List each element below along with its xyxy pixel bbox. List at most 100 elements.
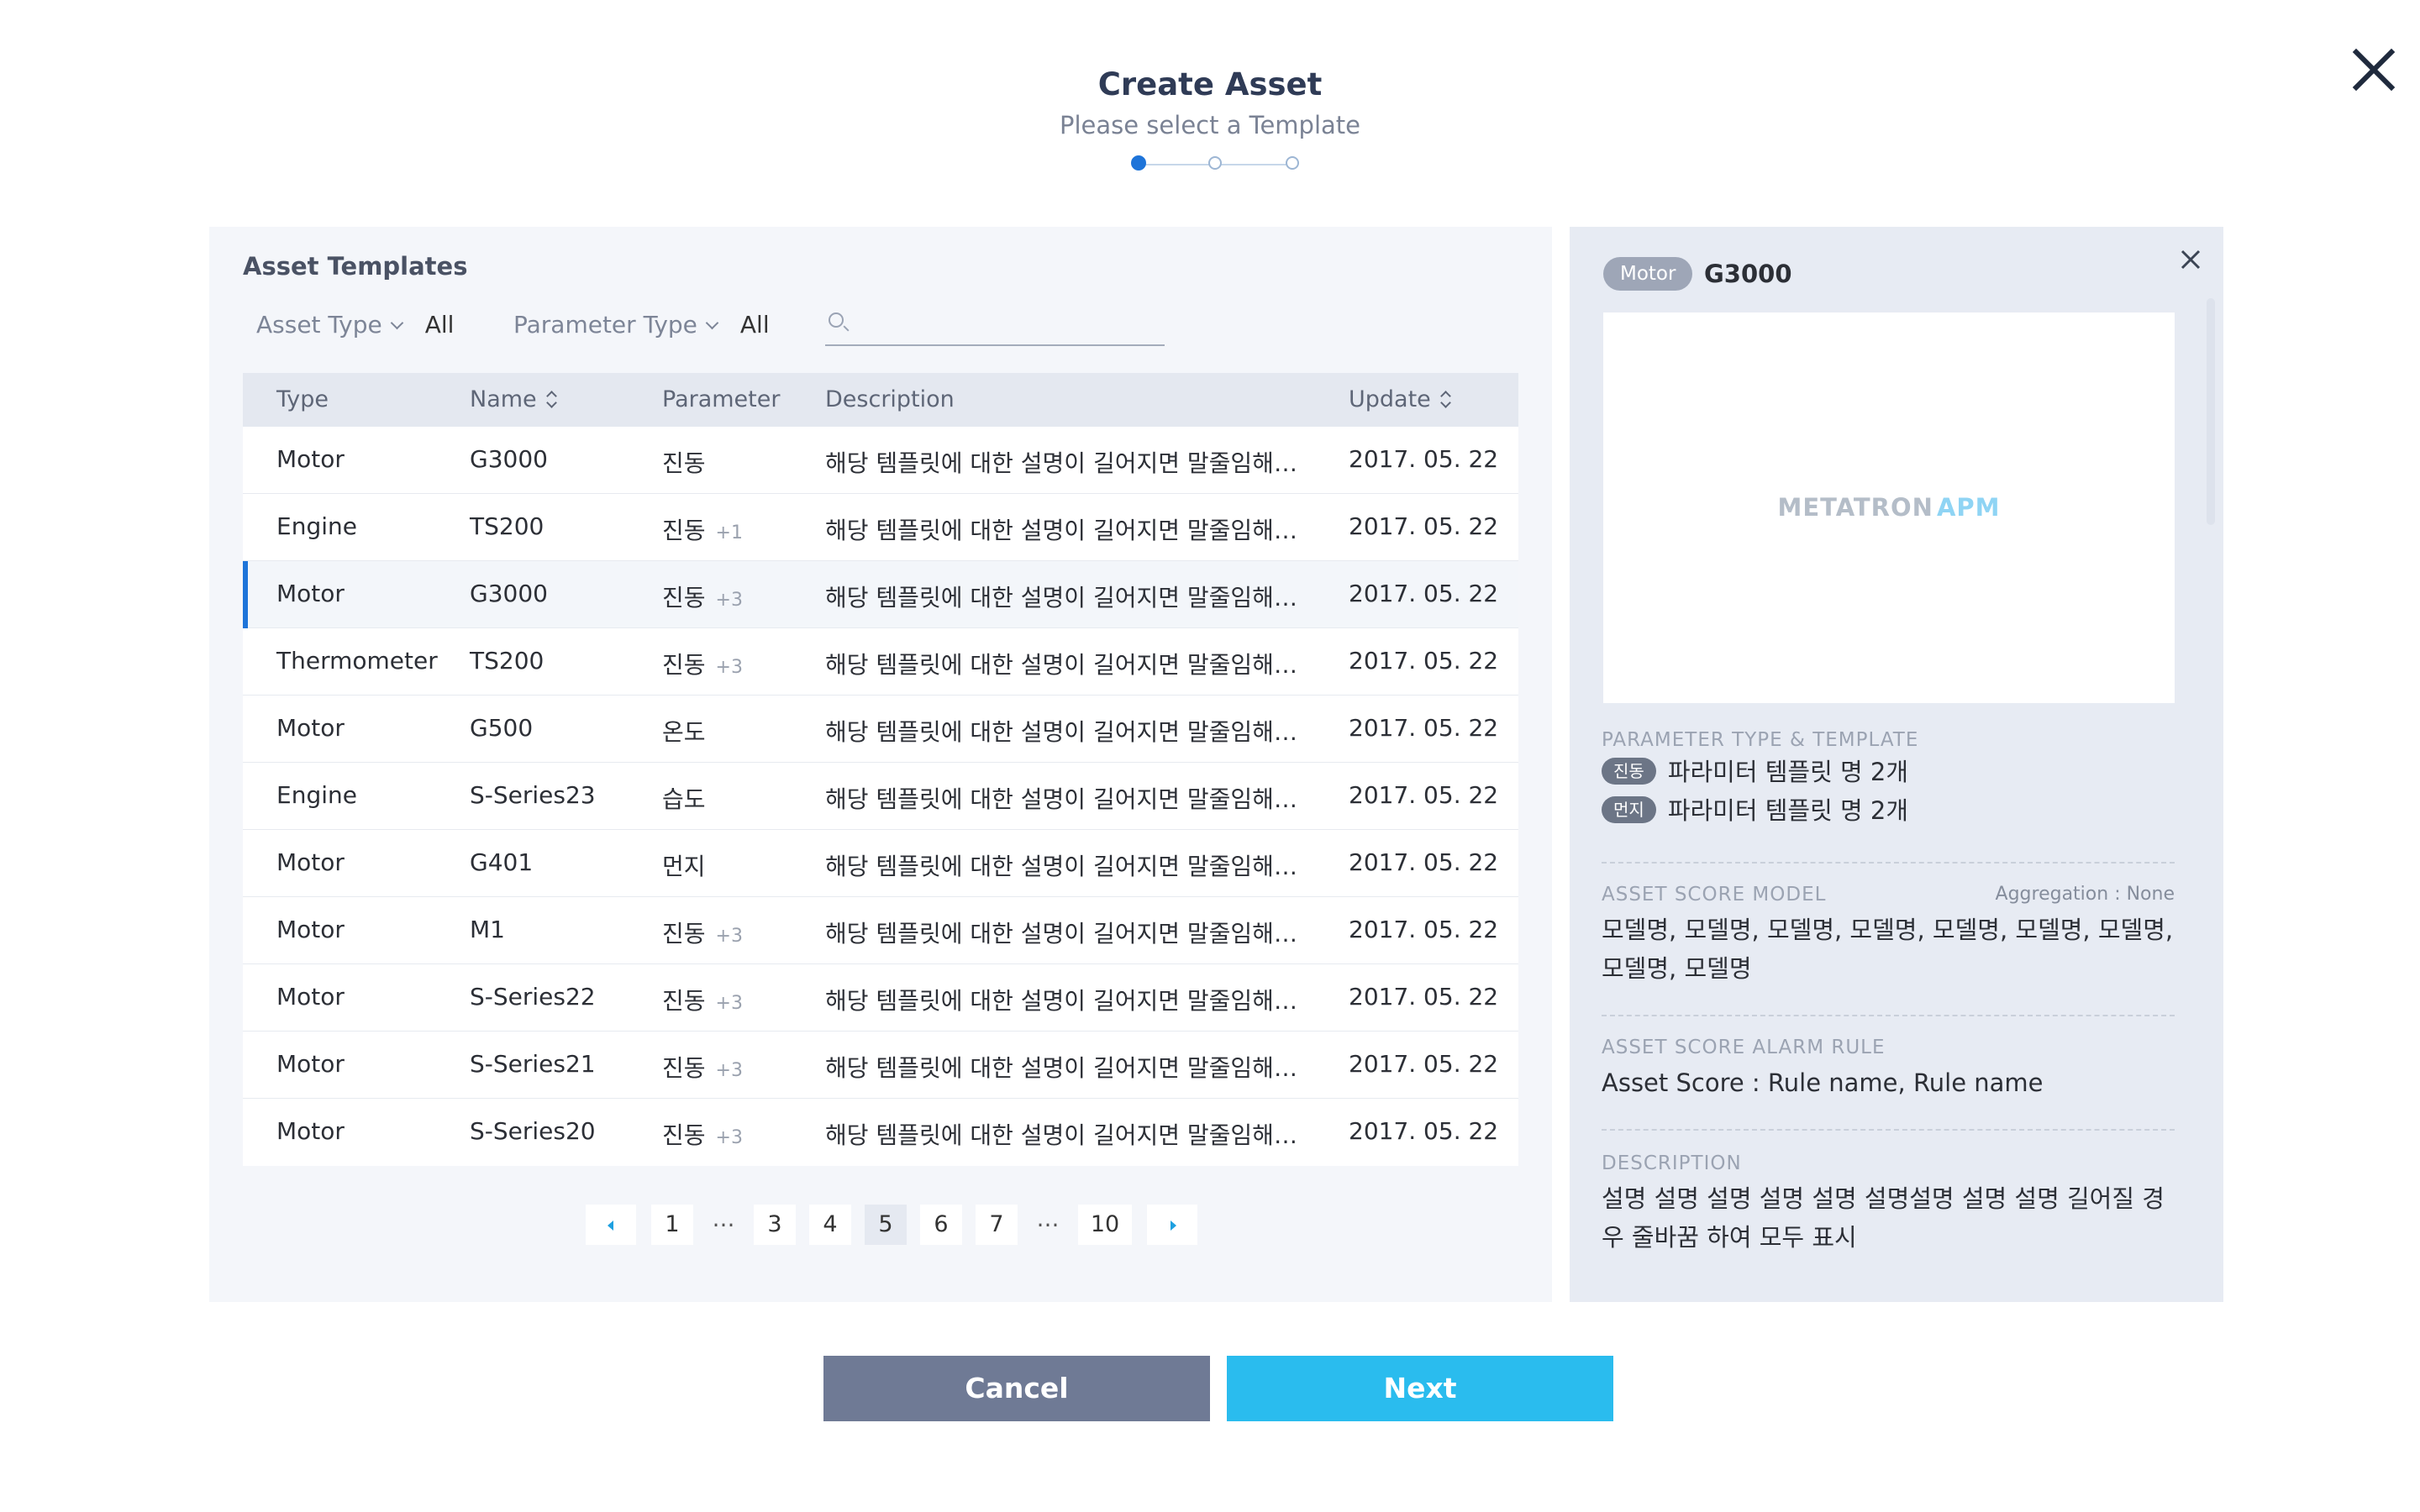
page-button[interactable]: 10 bbox=[1078, 1205, 1132, 1245]
cell-parameter: 진동 +3 bbox=[662, 916, 743, 949]
table-body: Motor G3000 진동 해당 템플릿에 대한 설명이 길어지면 말줄임해주세요 2… bbox=[243, 427, 1518, 1166]
template-detail-panel: Motor G3000 METATRON APM PARAMETER TYPE &… bbox=[1570, 227, 2223, 1302]
cell-type: Motor bbox=[276, 1050, 345, 1078]
page-button[interactable]: 7 bbox=[976, 1205, 1018, 1245]
table-row[interactable]: Motor G500 온도 해당 템플릿에 대한 설명이 길어지면 말줄임해주세요 20… bbox=[243, 696, 1518, 763]
table-row[interactable]: Motor G3000 진동 해당 템플릿에 대한 설명이 길어지면 말줄임해주세요 2… bbox=[243, 427, 1518, 494]
cell-name: S-Series22 bbox=[470, 983, 596, 1011]
table-header: Type Name Parameter Description Update bbox=[243, 373, 1518, 427]
divider bbox=[1602, 1129, 2175, 1131]
parameter-value: 진동 bbox=[662, 651, 706, 679]
asset-templates-panel: Asset Templates Asset Type All Parameter … bbox=[209, 227, 1552, 1302]
parameter-extra-count: +3 bbox=[715, 590, 743, 611]
cell-name: G500 bbox=[470, 714, 534, 742]
cell-parameter: 진동 +1 bbox=[662, 512, 743, 546]
cell-update: 2017. 05. 22 bbox=[1349, 848, 1499, 876]
parameter-type-filter[interactable]: Parameter Type All bbox=[513, 311, 770, 339]
cell-update: 2017. 05. 22 bbox=[1349, 983, 1499, 1011]
cell-name: M1 bbox=[470, 916, 505, 943]
alarm-rule-section: ASSET SCORE ALARM RULE Asset Score : Rul… bbox=[1602, 1037, 2175, 1102]
pagination: 1 … 3 4 5 6 7 … 10 bbox=[209, 1205, 1552, 1245]
table-row[interactable]: Motor S-Series21 진동 +3 해당 템플릿에 대한 설명이 길어지면 말… bbox=[243, 1032, 1518, 1099]
cell-type: Motor bbox=[276, 714, 345, 742]
cell-name: TS200 bbox=[470, 647, 544, 675]
table-row[interactable]: Motor G401 먼지 해당 템플릿에 대한 설명이 길어지면 말줄임해주세요 20… bbox=[243, 830, 1518, 897]
section-label: ASSET SCORE ALARM RULE bbox=[1602, 1037, 1886, 1058]
cell-description: 해당 템플릿에 대한 설명이 길어지면 말줄임해주세요 bbox=[825, 920, 1317, 948]
step-indicator bbox=[1131, 155, 1299, 174]
cell-type: Motor bbox=[276, 916, 345, 943]
filter-value: All bbox=[739, 311, 770, 339]
cell-parameter: 진동 +3 bbox=[662, 647, 743, 680]
table-row[interactable]: Motor S-Series20 진동 +3 해당 템플릿에 대한 설명이 길어지면 말… bbox=[243, 1099, 1518, 1166]
table-row[interactable]: Motor G3000 진동 +3 해당 템플릿에 대한 설명이 길어지면 말줄임해주세… bbox=[243, 561, 1518, 628]
cell-name: S-Series21 bbox=[470, 1050, 596, 1078]
page-button[interactable]: 5 bbox=[865, 1205, 907, 1245]
column-description: Description bbox=[825, 386, 955, 412]
cell-name: G401 bbox=[470, 848, 534, 876]
cell-parameter: 진동 +3 bbox=[662, 983, 743, 1016]
page-button[interactable]: 1 bbox=[651, 1205, 693, 1245]
description-section: DESCRIPTION 설명 설명 설명 설명 설명 설명설명 설명 설명 길어… bbox=[1602, 1152, 2175, 1257]
cell-type: Motor bbox=[276, 445, 345, 473]
section-label: DESCRIPTION bbox=[1602, 1152, 1742, 1174]
search-input[interactable] bbox=[857, 307, 1163, 343]
cell-description: 해당 템플릿에 대한 설명이 길어지면 말줄임해주세요 bbox=[825, 785, 1317, 813]
cell-name: TS200 bbox=[470, 512, 544, 540]
description-text: 설명 설명 설명 설명 설명 설명설명 설명 설명 길어질 경우 줄바꿈 하여 … bbox=[1602, 1184, 2165, 1252]
prev-page-icon[interactable] bbox=[586, 1205, 636, 1245]
scrollbar[interactable] bbox=[2207, 298, 2215, 525]
parameter-extra-count: +3 bbox=[715, 657, 743, 678]
asset-type-filter[interactable]: Asset Type All bbox=[256, 311, 454, 339]
table-row[interactable]: Engine S-Series23 습도 해당 템플릿에 대한 설명이 길어지면 말줄… bbox=[243, 763, 1518, 830]
column-label: Update bbox=[1349, 386, 1431, 412]
column-parameter: Parameter bbox=[662, 386, 781, 412]
cell-name: S-Series23 bbox=[470, 781, 596, 809]
close-icon[interactable] bbox=[2176, 245, 2205, 274]
divider bbox=[1602, 1015, 2175, 1016]
page-button[interactable]: 4 bbox=[809, 1205, 851, 1245]
cell-name: G3000 bbox=[470, 445, 548, 473]
cell-description: 해당 템플릿에 대한 설명이 길어지면 말줄임해주세요 bbox=[825, 517, 1317, 544]
parameter-value: 진동 bbox=[662, 1054, 706, 1082]
cell-description: 해당 템플릿에 대한 설명이 길어지면 말줄임해주세요 bbox=[825, 987, 1317, 1015]
sort-icon[interactable] bbox=[547, 391, 555, 407]
template-preview-image: METATRON APM bbox=[1603, 312, 2175, 703]
cell-type: Thermometer bbox=[276, 647, 438, 675]
cell-description: 해당 템플릿에 대한 설명이 길어지면 말줄임해주세요 bbox=[825, 449, 1317, 477]
sort-icon[interactable] bbox=[1441, 391, 1449, 407]
next-page-icon[interactable] bbox=[1147, 1205, 1197, 1245]
filter-value: All bbox=[424, 311, 455, 339]
cancel-button[interactable]: Cancel bbox=[823, 1356, 1210, 1421]
cell-update: 2017. 05. 22 bbox=[1349, 781, 1499, 809]
cell-parameter: 진동 bbox=[662, 445, 706, 479]
parameter-value: 습도 bbox=[662, 785, 706, 813]
chevron-down-icon bbox=[705, 316, 719, 330]
table-row[interactable]: Motor M1 진동 +3 해당 템플릿에 대한 설명이 길어지면 말줄임해주세요 20… bbox=[243, 897, 1518, 964]
table-row[interactable]: Engine TS200 진동 +1 해당 템플릿에 대한 설명이 길어지면 말줄임해주… bbox=[243, 494, 1518, 561]
cell-type: Motor bbox=[276, 983, 345, 1011]
column-name[interactable]: Name bbox=[470, 386, 555, 412]
next-button[interactable]: Next bbox=[1227, 1356, 1613, 1421]
cell-name: S-Series20 bbox=[470, 1117, 596, 1145]
page-button[interactable]: 3 bbox=[754, 1205, 796, 1245]
cell-description: 해당 템플릿에 대한 설명이 길어지면 말줄임해주세요 bbox=[825, 1121, 1317, 1149]
cell-parameter: 온도 bbox=[662, 714, 706, 748]
step-dot-2 bbox=[1208, 156, 1222, 170]
parameter-item: 먼지 파라미터 템플릿 명 2개 bbox=[1602, 791, 2175, 830]
column-update[interactable]: Update bbox=[1349, 386, 1449, 412]
cell-update: 2017. 05. 22 bbox=[1349, 512, 1499, 540]
cell-description: 해당 템플릿에 대한 설명이 길어지면 말줄임해주세요 bbox=[825, 853, 1317, 880]
cell-parameter: 진동 +3 bbox=[662, 580, 743, 613]
cell-update: 2017. 05. 22 bbox=[1349, 1117, 1499, 1145]
parameter-value: 진동 bbox=[662, 920, 706, 948]
cell-update: 2017. 05. 22 bbox=[1349, 647, 1499, 675]
table-row[interactable]: Motor S-Series22 진동 +3 해당 템플릿에 대한 설명이 길어지면 말… bbox=[243, 964, 1518, 1032]
table-row[interactable]: Thermometer TS200 진동 +3 해당 템플릿에 대한 설명이 길어지면 … bbox=[243, 628, 1518, 696]
cell-parameter: 습도 bbox=[662, 781, 706, 815]
cell-type: Engine bbox=[276, 512, 357, 540]
page-button[interactable]: 6 bbox=[920, 1205, 962, 1245]
template-name: G3000 bbox=[1704, 260, 1792, 288]
cell-type: Engine bbox=[276, 781, 357, 809]
type-badge: Motor bbox=[1603, 257, 1693, 291]
